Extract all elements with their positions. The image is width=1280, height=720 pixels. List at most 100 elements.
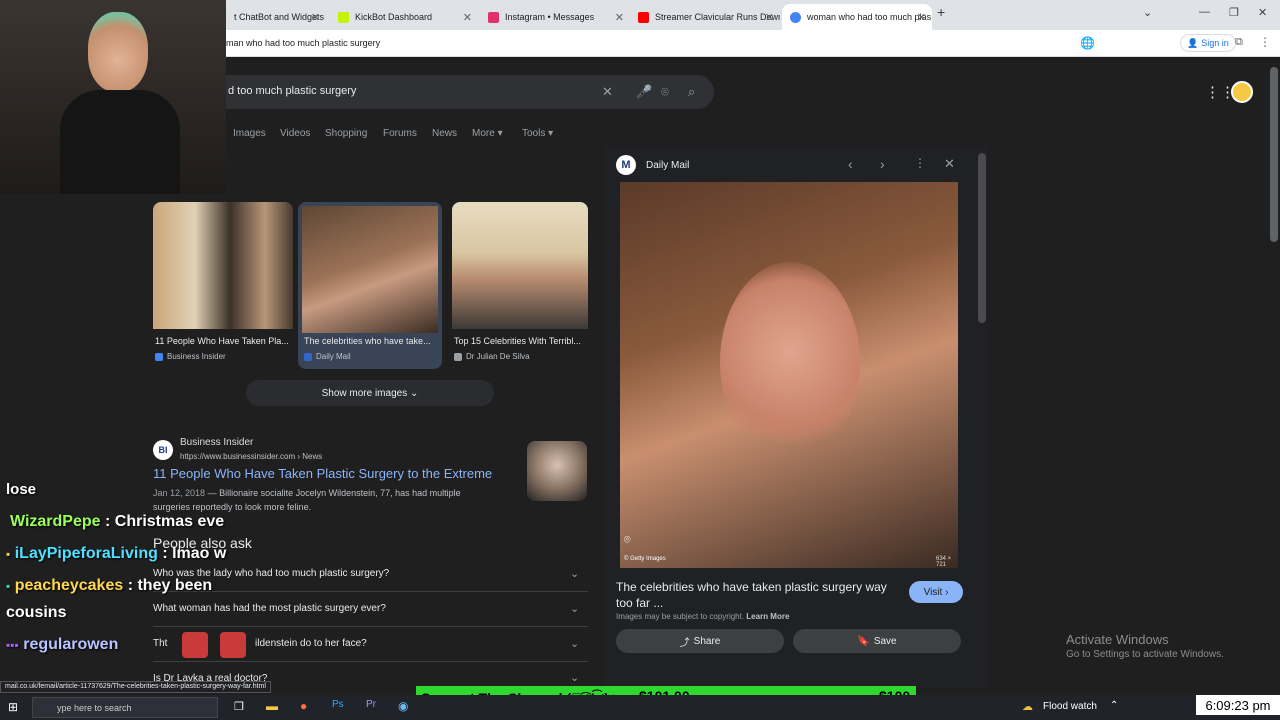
- panel-source: Daily Mail: [646, 160, 690, 171]
- next-icon[interactable]: ›: [880, 156, 885, 172]
- share-button[interactable]: ⤴ Share: [616, 629, 784, 653]
- extensions-icon[interactable]: ⧉: [1235, 36, 1243, 49]
- start-icon[interactable]: ⊞: [8, 700, 18, 714]
- firefox-icon[interactable]: ●: [300, 699, 307, 713]
- tab-search-icon[interactable]: ⌄: [1143, 6, 1152, 19]
- save-button[interactable]: 🔖 Save: [793, 629, 961, 653]
- lens-icon[interactable]: ⌾: [624, 534, 631, 547]
- chevron-down-icon[interactable]: ⌄: [570, 602, 579, 615]
- close-icon[interactable]: ✕: [765, 11, 774, 24]
- face-shape: [720, 262, 860, 462]
- task-view-icon[interactable]: ❐: [234, 700, 244, 713]
- tab-youtube[interactable]: Streamer Clavicular Runs Down ✕: [630, 4, 780, 30]
- nav-news[interactable]: News: [432, 128, 457, 139]
- search-icon[interactable]: ⌕: [688, 84, 695, 100]
- snippet-line2: surgeries reportedly to look more feline…: [153, 502, 312, 512]
- url-field[interactable]: man who had too much plastic surgery: [226, 38, 380, 48]
- tab-kickbot[interactable]: KickBot Dashboard ✕: [330, 4, 478, 30]
- new-tab-button[interactable]: +: [937, 4, 945, 20]
- visit-button[interactable]: Visit ›: [909, 581, 963, 603]
- search-input[interactable]: d too much plastic surgery: [228, 85, 356, 97]
- microphone-icon[interactable]: 🎤: [636, 84, 652, 100]
- webcam-overlay: [0, 0, 226, 194]
- instagram-icon: [488, 11, 499, 23]
- image-credit: © Getty Images: [624, 556, 666, 562]
- site-icon: [454, 352, 462, 361]
- snippet-line1: — Billionaire socialite Jocelyn Wildenst…: [207, 488, 461, 498]
- badge-icon: ▪: [6, 579, 11, 593]
- clear-icon[interactable]: ✕: [602, 84, 613, 100]
- chevron-down-icon[interactable]: ⌄: [570, 637, 579, 650]
- close-window-button[interactable]: ✕: [1258, 6, 1267, 19]
- preview-image[interactable]: © Getty Images 634 × 721 ⌾: [620, 182, 958, 568]
- paa-question[interactable]: What woman has had the most plastic surg…: [153, 603, 386, 614]
- divider: [153, 661, 588, 662]
- chevron-down-icon[interactable]: ⌄: [570, 671, 579, 684]
- panel-scrollbar[interactable]: [978, 153, 986, 323]
- photoshop-icon[interactable]: Ps: [332, 699, 344, 710]
- scroll-thumb[interactable]: [1270, 67, 1278, 242]
- tab-instagram[interactable]: Instagram • Messages ✕: [480, 4, 630, 30]
- panel-caption[interactable]: The celebrities who have taken plastic s…: [616, 579, 896, 611]
- steam-icon[interactable]: ◉: [398, 699, 408, 713]
- tab-chatbot[interactable]: t ChatBot and Widgets · ✕: [226, 4, 326, 30]
- image-card[interactable]: Top 15 Celebrities With Terribl... Dr Ju…: [452, 202, 588, 369]
- weather-label[interactable]: Flood watch: [1043, 701, 1097, 712]
- bookmark-icon: 🔖: [857, 635, 870, 647]
- activate-windows-subtitle: Go to Settings to activate Windows.: [1066, 649, 1224, 660]
- learn-more-link[interactable]: Learn More: [746, 612, 789, 621]
- chat-message: : lmao w: [162, 545, 227, 562]
- avatar[interactable]: [1231, 81, 1253, 103]
- page-scrollbar[interactable]: [1268, 57, 1280, 688]
- taskbar-search[interactable]: ype here to search: [32, 697, 218, 718]
- search-placeholder: ype here to search: [57, 703, 132, 713]
- chevron-down-icon[interactable]: ⌄: [570, 567, 579, 580]
- chat-line: ▪ peacheycakes : they been: [6, 577, 212, 595]
- close-icon[interactable]: ✕: [615, 11, 624, 24]
- minimize-button[interactable]: —: [1199, 6, 1210, 18]
- activate-windows-title: Activate Windows: [1066, 632, 1169, 647]
- image-card-source: Daily Mail: [304, 352, 351, 361]
- share-label: Share: [693, 635, 721, 647]
- emote-icon: [220, 632, 246, 658]
- previous-icon[interactable]: ‹: [848, 156, 853, 172]
- chat-username: iLayPipeforaLiving: [14, 545, 158, 562]
- sign-in-button[interactable]: 👤 Sign in: [1180, 34, 1236, 52]
- badge-icon: ▪▪▪: [6, 638, 19, 652]
- image-card-selected[interactable]: The celebrities who have take... Daily M…: [298, 202, 442, 369]
- chat-line: ▪▪▪ regularowen: [6, 636, 118, 654]
- image-card[interactable]: 11 People Who Have Taken Pla... Business…: [153, 202, 293, 369]
- google-icon: [790, 11, 801, 23]
- close-icon[interactable]: ✕: [463, 11, 472, 24]
- search-box[interactable]: d too much plastic surgery ✕ 🎤 ⌾ ⌕: [210, 75, 714, 109]
- translate-icon[interactable]: 🌐: [1080, 36, 1095, 50]
- close-icon[interactable]: ✕: [311, 11, 320, 24]
- result-thumbnail[interactable]: [527, 441, 587, 501]
- nav-videos[interactable]: Videos: [280, 128, 310, 139]
- close-icon[interactable]: ✕: [917, 11, 926, 24]
- nav-forums[interactable]: Forums: [383, 128, 417, 139]
- nav-tools[interactable]: Tools ▾: [522, 128, 553, 139]
- taskbar: ⊞ ype here to search ❐ ▬ ● Ps Pr ◉ ☁ Flo…: [0, 695, 1280, 720]
- save-label: Save: [873, 635, 897, 647]
- nav-images[interactable]: Images: [233, 128, 266, 139]
- result-title-link[interactable]: 11 People Who Have Taken Plastic Surgery…: [153, 466, 492, 481]
- nav-more[interactable]: More ▾: [472, 128, 503, 139]
- nav-shopping[interactable]: Shopping: [325, 128, 367, 139]
- chat-line: WizardPepe : Christmas eve: [10, 513, 224, 531]
- show-more-images-button[interactable]: Show more images ⌄: [246, 380, 494, 406]
- nav-tools-label: Tools: [522, 128, 546, 139]
- lens-icon[interactable]: ⌾: [661, 84, 669, 100]
- result-url[interactable]: https://www.businessinsider.com › News: [180, 452, 322, 461]
- menu-icon[interactable]: ⋮: [1259, 35, 1271, 49]
- premiere-icon[interactable]: Pr: [366, 699, 376, 710]
- file-explorer-icon[interactable]: ▬: [266, 699, 278, 713]
- maximize-button[interactable]: ❐: [1229, 6, 1239, 19]
- tray-chevron-icon[interactable]: ⌃: [1110, 700, 1118, 711]
- paa-question[interactable]: ildenstein do to her face?: [255, 638, 367, 649]
- clock-overlay: 6:09:23 pm: [1196, 695, 1280, 715]
- tab-google-search[interactable]: woman who had too much plas ✕: [782, 4, 932, 30]
- chat-line: ▪ iLayPipeforaLiving : lmao w: [6, 545, 226, 563]
- close-icon[interactable]: ✕: [944, 156, 955, 172]
- more-options-icon[interactable]: ⋮: [914, 156, 926, 170]
